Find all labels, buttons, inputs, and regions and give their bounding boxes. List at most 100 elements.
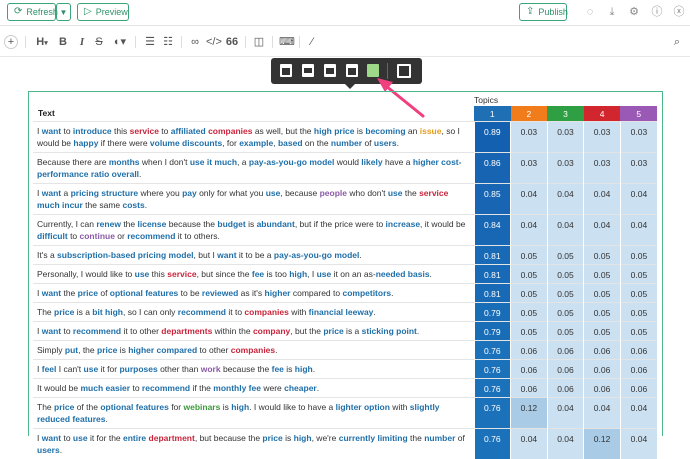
text-fragment: to xyxy=(130,383,142,393)
table-style-2-icon[interactable] xyxy=(302,64,314,77)
text-fragment: it to other xyxy=(121,326,161,336)
text-fragment: where you xyxy=(138,188,182,198)
highlighted-word: webinars xyxy=(183,402,220,412)
heading-button[interactable]: H▾ xyxy=(33,35,51,49)
table-row: Personally, I would like to use this ser… xyxy=(33,265,657,284)
text-fragment: the xyxy=(121,219,138,229)
highlighted-word: put xyxy=(65,345,78,355)
bold-button[interactable]: B xyxy=(57,35,69,49)
table-row: I feel I can't use it for purposes other… xyxy=(33,360,657,379)
columns-icon[interactable]: ◫ xyxy=(252,35,266,49)
highlighted-word: use xyxy=(388,188,403,198)
text-fragment: as well, but the xyxy=(252,126,313,136)
text-fragment: or xyxy=(115,231,127,241)
text-fragment: , it would be xyxy=(420,219,465,229)
topic-4-value: 0.03 xyxy=(584,153,621,184)
quote-button[interactable]: 66 xyxy=(225,35,239,49)
table-style-4-icon[interactable] xyxy=(346,64,358,77)
refresh-dropdown-button[interactable]: ▼ xyxy=(56,3,71,21)
highlighted-word: departments xyxy=(161,326,212,336)
text-fragment: is xyxy=(355,126,366,136)
highlighted-word: abundant xyxy=(257,219,295,229)
highlighted-word: higher compared xyxy=(128,345,197,355)
text-fragment: , a xyxy=(237,157,249,167)
info-icon[interactable]: ⓘ xyxy=(650,5,664,19)
highlighted-word: high xyxy=(231,402,249,412)
text-fragment: it on an as- xyxy=(331,269,375,279)
text-fragment: , but the xyxy=(290,326,323,336)
table-style-3-icon[interactable] xyxy=(324,64,336,77)
text-fragment: of the xyxy=(74,402,100,412)
table-style-1-icon[interactable] xyxy=(280,64,292,77)
highlighted-word: issue xyxy=(420,126,442,136)
highlighted-word: likely xyxy=(361,157,382,167)
table-row: It would be much easier to recommend if … xyxy=(33,379,657,398)
text-fragment: The xyxy=(37,307,54,317)
table-row: The price of the optional features for w… xyxy=(33,398,657,429)
highlighted-word: recommend xyxy=(178,307,226,317)
search-icon[interactable]: ⌕ xyxy=(670,35,684,49)
highlighted-word: use xyxy=(266,188,281,198)
text-fragment: if there were xyxy=(98,138,150,148)
text-fragment: , I xyxy=(307,269,316,279)
text-fragment: have a xyxy=(383,157,413,167)
highlighted-word: budget xyxy=(217,219,245,229)
highlighted-word: much easier xyxy=(80,383,130,393)
topic-2-value: 0.06 xyxy=(511,360,548,379)
topic-2-value: 0.06 xyxy=(511,341,548,360)
clear-format-icon[interactable]: ⁄ xyxy=(305,35,319,49)
topic-1-value: 0.85 xyxy=(474,184,511,215)
text-fragment: . xyxy=(145,200,147,210)
highlighted-word: want xyxy=(42,188,61,198)
keyboard-icon[interactable]: ⌨ xyxy=(279,35,293,49)
text-fragment: a xyxy=(61,188,70,198)
row-text: The price is a bit high, so I can only r… xyxy=(33,303,474,322)
table-style-5-icon[interactable] xyxy=(367,64,379,77)
text-fragment: to xyxy=(61,126,73,136)
color-icon[interactable]: ◐▾ xyxy=(111,35,129,49)
bullet-list-icon[interactable]: ☰ xyxy=(143,35,157,49)
add-icon[interactable]: + xyxy=(4,35,18,49)
text-fragment: is xyxy=(284,364,295,374)
play-icon: ▷ xyxy=(84,7,92,17)
text-fragment: . xyxy=(106,414,108,424)
topic-2-value: 0.05 xyxy=(511,303,548,322)
highlighted-word: reviewed xyxy=(202,288,238,298)
table-row: Because there are months when I don't us… xyxy=(33,153,657,184)
highlighted-word: price xyxy=(323,326,343,336)
text-fragment: . xyxy=(397,138,399,148)
table-style-none-icon[interactable] xyxy=(397,64,411,78)
text-fragment: , the xyxy=(78,345,97,355)
text-fragment: only for what you xyxy=(197,188,266,198)
divider xyxy=(181,36,182,48)
text-fragment: is a xyxy=(344,326,362,336)
text-fragment: who don't xyxy=(347,188,388,198)
topic-2-value: 0.04 xyxy=(511,429,548,459)
highlighted-word: competitors xyxy=(342,288,391,298)
refresh-button[interactable]: ⟳ Refresh xyxy=(7,3,56,21)
text-fragment: it to be a xyxy=(237,250,274,260)
numbered-list-icon[interactable]: ☷ xyxy=(161,35,175,49)
text-fragment: it for the xyxy=(88,433,123,443)
link-icon[interactable]: ∞ xyxy=(188,35,202,49)
text-fragment: , because xyxy=(280,188,319,198)
italic-button[interactable]: I xyxy=(76,35,88,49)
download-icon[interactable]: ⤓ xyxy=(605,5,619,19)
topic-4-value: 0.12 xyxy=(584,429,621,459)
highlighted-word: price xyxy=(54,402,74,412)
comment-icon[interactable]: ◌ xyxy=(583,5,597,19)
highlighted-word: difficult xyxy=(37,231,68,241)
publish-button[interactable]: ⇪ Publish xyxy=(519,3,567,21)
preview-button[interactable]: ▷ Preview xyxy=(77,3,129,21)
gear-icon[interactable]: ⚙ xyxy=(627,5,641,19)
close-icon[interactable]: ⓧ xyxy=(672,5,686,19)
code-icon[interactable]: </> xyxy=(206,35,220,49)
table-row: I want to recommend it to other departme… xyxy=(33,322,657,341)
topic-3-value: 0.04 xyxy=(547,398,584,429)
table-style-popover xyxy=(271,58,422,84)
highlighted-word: price xyxy=(97,345,117,355)
highlighted-word: subscription-based pricing model xyxy=(57,250,194,260)
text-fragment: with xyxy=(289,307,309,317)
strikethrough-button[interactable]: S xyxy=(93,35,105,49)
text-fragment: to xyxy=(61,433,73,443)
